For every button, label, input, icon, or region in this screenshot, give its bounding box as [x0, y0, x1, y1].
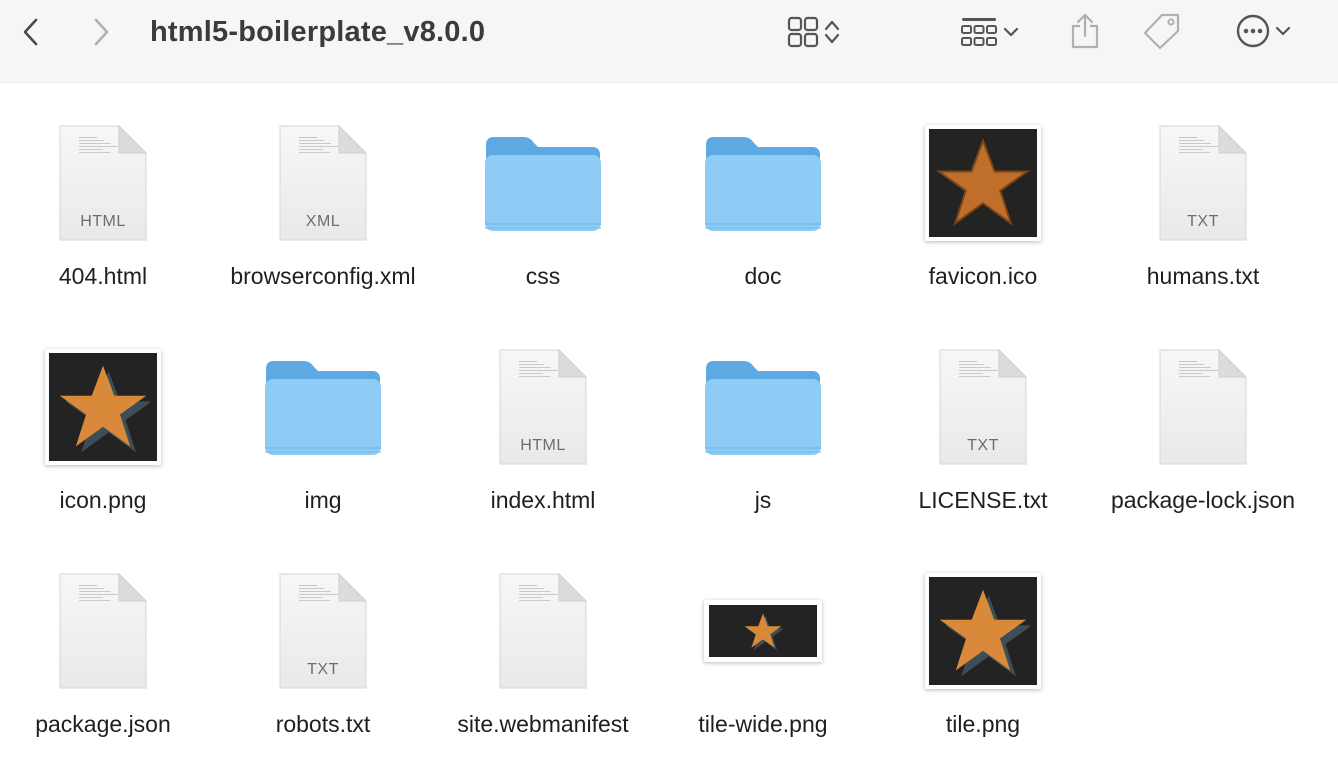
file-item-js[interactable]: js — [653, 332, 873, 516]
file-icon-area — [873, 556, 1093, 706]
star-icon — [939, 589, 1030, 677]
more-actions-button[interactable] — [1226, 12, 1302, 50]
document-icon — [57, 571, 149, 691]
chevron-right-icon — [94, 18, 109, 46]
image-thumbnail — [925, 125, 1041, 241]
file-icon-area — [433, 556, 653, 706]
file-name-label: browserconfig.xml — [230, 263, 416, 289]
document-icon: XML — [277, 123, 369, 243]
document-icon: TXT — [937, 347, 1029, 467]
icon-grid-icon — [787, 16, 819, 48]
image-thumbnail — [45, 349, 161, 465]
group-by-button[interactable] — [950, 14, 1030, 50]
file-item-index-html[interactable]: HTML index.html — [433, 332, 653, 516]
file-extension-badge: HTML — [520, 437, 566, 454]
chevron-down-icon — [1275, 26, 1291, 36]
file-item-robots-txt[interactable]: TXT robots.txt — [213, 556, 433, 740]
document-icon: HTML — [497, 347, 589, 467]
share-button[interactable] — [1064, 10, 1106, 52]
file-icon-area: TXT — [873, 332, 1093, 482]
file-extension-badge: TXT — [967, 437, 999, 454]
file-item-browserconfig-xml[interactable]: XML browserconfig.xml — [213, 108, 433, 292]
file-name-label: css — [525, 263, 561, 289]
folder-icon — [705, 361, 821, 455]
file-icon-area: TXT — [1093, 108, 1313, 258]
file-name-label: robots.txt — [275, 711, 371, 737]
file-name-label: icon.png — [59, 487, 147, 513]
file-name-label: LICENSE.txt — [918, 487, 1048, 513]
file-name-label: package.json — [35, 711, 171, 737]
file-name-label: tile.png — [945, 711, 1021, 737]
file-name-label: site.webmanifest — [457, 711, 629, 737]
star-icon — [744, 613, 783, 651]
file-item-doc[interactable]: doc — [653, 108, 873, 292]
folder-icon — [485, 137, 601, 231]
file-icon-area — [213, 332, 433, 482]
folder-icon — [705, 137, 821, 231]
ellipsis-circle-icon — [1236, 14, 1270, 48]
chevron-down-icon — [1003, 27, 1019, 37]
chevron-updown-icon — [824, 20, 840, 44]
file-name-label: tile-wide.png — [698, 711, 828, 737]
file-extension-badge: HTML — [80, 213, 126, 230]
file-name-label: js — [754, 487, 772, 513]
file-name-label: img — [304, 487, 342, 513]
back-button[interactable] — [14, 14, 48, 50]
window-title: html5-boilerplate_v8.0.0 — [150, 16, 486, 48]
file-icon-area: XML — [213, 108, 433, 258]
file-icon-area — [0, 556, 213, 706]
file-item-package-json[interactable]: package.json — [0, 556, 213, 740]
file-name-label: favicon.ico — [928, 263, 1038, 289]
file-icon-area — [433, 108, 653, 258]
file-grid: HTML 404.html XML browserconfig.xml css doc fa… — [0, 82, 1338, 770]
file-extension-badge: TXT — [1187, 213, 1219, 230]
document-icon: TXT — [277, 571, 369, 691]
share-icon — [1071, 13, 1099, 49]
file-icon-area: HTML — [433, 332, 653, 482]
group-by-icon — [961, 18, 997, 46]
file-item-license-txt[interactable]: TXT LICENSE.txt — [873, 332, 1093, 516]
file-item-404-html[interactable]: HTML 404.html — [0, 108, 213, 292]
file-item-img[interactable]: img — [213, 332, 433, 516]
file-icon-area — [1093, 332, 1313, 482]
document-icon — [1157, 347, 1249, 467]
tag-button[interactable] — [1140, 10, 1186, 52]
file-icon-area — [653, 332, 873, 482]
file-name-label: index.html — [490, 487, 596, 513]
file-icon-area — [873, 108, 1093, 258]
chevron-left-icon — [23, 18, 38, 46]
file-item-tile-png[interactable]: tile.png — [873, 556, 1093, 740]
file-item-humans-txt[interactable]: TXT humans.txt — [1093, 108, 1313, 292]
file-item-favicon-ico[interactable]: favicon.ico — [873, 108, 1093, 292]
file-extension-badge: XML — [305, 213, 341, 230]
document-icon — [497, 571, 589, 691]
file-icon-area: TXT — [213, 556, 433, 706]
image-thumbnail — [704, 600, 822, 662]
file-icon-area: HTML — [0, 108, 213, 258]
document-icon: HTML — [57, 123, 149, 243]
toolbar: html5-boilerplate_v8.0.0 — [0, 0, 1338, 83]
file-name-label: doc — [744, 263, 782, 289]
file-extension-badge: TXT — [307, 661, 339, 678]
file-item-tile-wide-png[interactable]: tile-wide.png — [653, 556, 873, 740]
file-icon-area — [653, 108, 873, 258]
star-icon — [935, 138, 1031, 226]
file-item-package-lock-json[interactable]: package-lock.json — [1093, 332, 1313, 516]
file-item-icon-png[interactable]: icon.png — [0, 332, 213, 516]
view-mode-button[interactable] — [776, 14, 852, 50]
file-name-label: 404.html — [58, 263, 148, 289]
file-name-label: package-lock.json — [1110, 487, 1296, 513]
star-icon — [59, 365, 150, 453]
forward-button[interactable] — [84, 14, 118, 50]
file-item-css[interactable]: css — [433, 108, 653, 292]
image-thumbnail — [925, 573, 1041, 689]
file-item-site-webmanifest[interactable]: site.webmanifest — [433, 556, 653, 740]
file-name-label: humans.txt — [1146, 263, 1260, 289]
folder-icon — [265, 361, 381, 455]
tag-icon — [1143, 13, 1180, 50]
file-icon-area — [653, 556, 873, 706]
file-icon-area — [0, 332, 213, 482]
document-icon: TXT — [1157, 123, 1249, 243]
